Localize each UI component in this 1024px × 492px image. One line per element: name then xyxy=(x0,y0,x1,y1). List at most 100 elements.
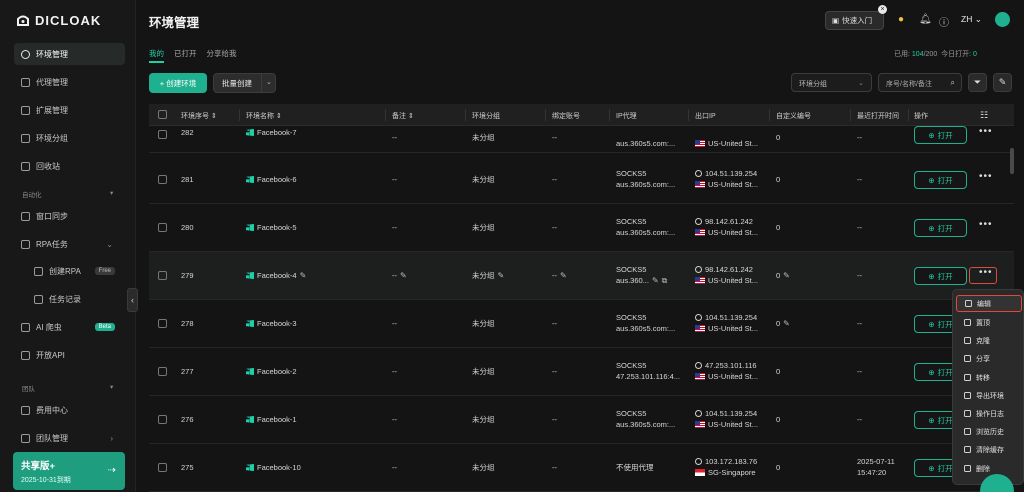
cell-custom-id: 0 xyxy=(776,133,781,142)
row-checkbox[interactable] xyxy=(158,367,167,376)
bell-icon[interactable]: 🔔︎ xyxy=(919,14,932,25)
open-button[interactable]: ⊕ 打开 xyxy=(914,267,967,285)
table-row[interactable]: 277 Facebook-2 -- 未分组 -- SOCKS5 47.253.10… xyxy=(149,348,1014,396)
scrollbar[interactable] xyxy=(1010,148,1014,174)
open-button[interactable]: ⊕ 打开 xyxy=(914,171,967,189)
proxy-host: aus.360s5.com:... xyxy=(616,180,676,189)
cell-account: -- xyxy=(552,223,557,232)
row-checkbox[interactable] xyxy=(158,319,167,328)
cell-name: Facebook-3 xyxy=(246,318,297,329)
pencil-icon[interactable]: ✎ xyxy=(560,271,567,280)
search-input[interactable]: 序号/名称/备注 ⌕ xyxy=(878,73,962,92)
menu-item-transfer[interactable]: 转移 xyxy=(956,369,1022,386)
sidebar-item-label: 环境管理 xyxy=(36,49,68,59)
more-actions-button[interactable]: ••• xyxy=(979,219,993,230)
create-environment-button[interactable]: + 创建环境 xyxy=(149,73,207,93)
cell-note: -- xyxy=(392,319,397,328)
avatar[interactable] xyxy=(995,12,1010,27)
table-row[interactable]: 281 Facebook-6 -- 未分组 -- SOCKS5 aus.360s5… xyxy=(149,156,1014,204)
menu-item-export[interactable]: 导出环境 xyxy=(956,387,1022,404)
app-logo[interactable]: DICLOAK xyxy=(16,12,101,28)
pencil-icon[interactable]: ✎ xyxy=(400,271,407,280)
cell-seq: 277 xyxy=(181,367,194,376)
menu-item-history[interactable]: 浏览历史 xyxy=(956,423,1022,440)
pencil-icon[interactable]: ✎ xyxy=(783,271,790,280)
cell-custom-id: 0 xyxy=(776,175,781,184)
sidebar-item-ai-crawler[interactable]: AI 爬虫 Beta xyxy=(14,316,125,338)
last-date: 2025-07-11 xyxy=(857,457,895,466)
table-row[interactable]: 275 Facebook-10 -- 未分组 -- 不使用代理 103.172.… xyxy=(149,444,1014,492)
location-icon xyxy=(695,314,702,321)
menu-item-share[interactable]: 分享 xyxy=(956,350,1022,367)
menu-item-clone[interactable]: 克隆 xyxy=(956,332,1022,349)
table-row[interactable]: 280 Facebook-5 -- 未分组 -- SOCKS5 aus.360s5… xyxy=(149,204,1014,252)
group-select[interactable]: 环境分组 ⌄ xyxy=(791,73,872,92)
sidebar-item-open-api[interactable]: 开放API xyxy=(14,344,125,366)
more-actions-button[interactable]: ••• xyxy=(979,126,993,137)
more-actions-button[interactable]: ••• xyxy=(979,171,993,182)
sidebar-section-team[interactable]: 团队 ▾ xyxy=(22,383,113,393)
pencil-icon[interactable]: ✎ xyxy=(783,319,790,328)
cell-group: 未分组 xyxy=(472,175,495,184)
row-checkbox[interactable] xyxy=(158,223,167,232)
sidebar-item-environment[interactable]: 环境管理 xyxy=(14,43,125,65)
tab-opened[interactable]: 已打开 xyxy=(174,48,197,59)
sidebar-item-task-log[interactable]: 任务记录 xyxy=(14,288,125,310)
plan-card[interactable]: 共享版+ 2025-10-31到期 ⇢ xyxy=(13,452,125,490)
menu-item-log[interactable]: 操作日志 xyxy=(956,405,1022,422)
cell-seq: 276 xyxy=(181,415,194,424)
menu-item-pin[interactable]: 置顶 xyxy=(956,314,1022,331)
table-row[interactable]: 282 Facebook-7 -- 未分组 -- aus.360s5.com:.… xyxy=(149,117,1014,153)
pencil-icon[interactable]: ✎ xyxy=(498,271,505,280)
table-row[interactable]: 276 Facebook-1 -- 未分组 -- SOCKS5 aus.360s5… xyxy=(149,396,1014,444)
row-checkbox[interactable] xyxy=(158,130,167,139)
row-checkbox[interactable] xyxy=(158,271,167,280)
sidebar-item-rpa[interactable]: RPA任务 ⌄ xyxy=(14,233,125,255)
quick-start-button[interactable]: ▣ 快速入门 xyxy=(825,11,884,30)
sidebar-item-group[interactable]: 环境分组 xyxy=(14,127,125,149)
sidebar-item-proxy[interactable]: 代理管理 xyxy=(14,71,125,93)
menu-item-clear-cache[interactable]: 清除缓存 xyxy=(956,441,1022,458)
coin-icon[interactable]: ● xyxy=(898,14,904,25)
filter-button[interactable]: ⏷ xyxy=(968,73,987,92)
menu-item-label: 操作日志 xyxy=(976,410,1004,418)
sidebar-item-label: 创建RPA xyxy=(49,266,81,276)
tab-shared-to-me[interactable]: 分享给我 xyxy=(207,48,237,59)
task-log-icon xyxy=(34,294,43,304)
search-icon: ⌕ xyxy=(950,78,955,87)
us-flag-icon xyxy=(695,325,705,332)
pencil-icon[interactable]: ✎ xyxy=(652,276,659,285)
sidebar-item-window-sync[interactable]: 窗口同步 xyxy=(14,205,125,227)
sidebar-section-automation[interactable]: 自动化 ▾ xyxy=(22,189,113,199)
cell-proxy: SOCKS5 aus.360s5.com:... xyxy=(616,408,675,430)
menu-item-delete[interactable]: 删除 xyxy=(956,460,1022,477)
menu-item-edit[interactable]: 编辑 xyxy=(956,295,1022,312)
sidebar-collapse-button[interactable]: ‹ xyxy=(127,288,138,312)
tab-mine[interactable]: 我的 xyxy=(149,48,164,59)
open-button[interactable]: ⊕ 打开 xyxy=(914,219,967,237)
table-row[interactable]: 278 Facebook-3 -- 未分组 -- SOCKS5 aus.360s5… xyxy=(149,300,1014,348)
sidebar-item-team[interactable]: 团队管理 › xyxy=(14,427,125,449)
copy-icon[interactable]: ⧉ xyxy=(662,276,668,285)
us-flag-icon xyxy=(695,421,705,428)
help-icon[interactable]: ⓘ xyxy=(939,14,949,29)
sidebar-item-trash[interactable]: 回收站 xyxy=(14,155,125,177)
sidebar-item-create-rpa[interactable]: 创建RPA Free xyxy=(14,260,125,282)
row-checkbox[interactable] xyxy=(158,415,167,424)
cell-account: -- xyxy=(552,415,557,424)
sidebar-item-extension[interactable]: 扩展管理 xyxy=(14,99,125,121)
language-select[interactable]: ZH ⌄ xyxy=(961,14,982,25)
page-title: 环境管理 xyxy=(149,16,200,30)
pencil-icon[interactable]: ✎ xyxy=(300,271,307,280)
batch-create-button[interactable]: 批量创建 ⌄ xyxy=(213,73,276,93)
clean-button[interactable]: ✎ xyxy=(993,73,1012,92)
sidebar-item-billing[interactable]: 费用中心 xyxy=(14,399,125,421)
table-row[interactable]: 279 Facebook-4 ✎ -- ✎ 未分组 ✎ -- ✎ SOCKS5 aus.3… xyxy=(149,252,1014,300)
open-button[interactable]: ⊕ 打开 xyxy=(914,126,967,144)
more-actions-button[interactable]: ••• xyxy=(979,267,993,278)
row-checkbox[interactable] xyxy=(158,175,167,184)
chevron-down-icon[interactable]: ⌄ xyxy=(266,78,272,86)
last-time: 15:47:20 xyxy=(857,468,887,477)
row-checkbox[interactable] xyxy=(158,463,167,472)
close-icon[interactable]: × xyxy=(878,5,887,14)
